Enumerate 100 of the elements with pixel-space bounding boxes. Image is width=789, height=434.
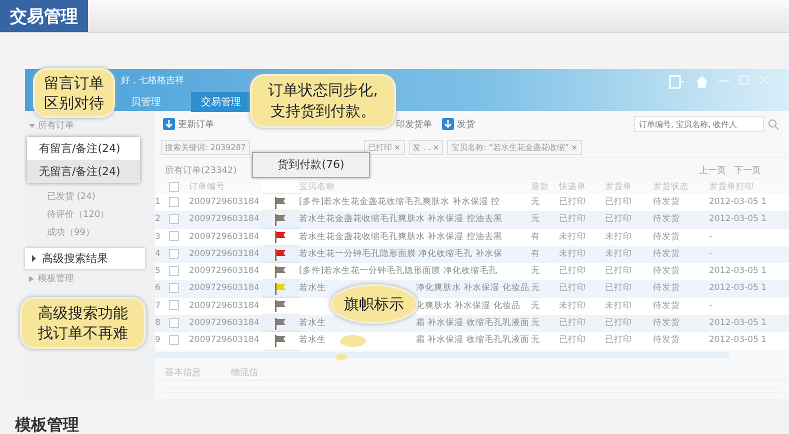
checkbox[interactable]: [169, 266, 179, 276]
checkbox[interactable]: [169, 248, 179, 259]
table-cell: 无: [531, 315, 559, 332]
filter-chip-label[interactable]: 发 . .: [412, 142, 431, 152]
table-cell: 待发货: [653, 228, 709, 246]
table-cell: 待发货: [653, 315, 709, 332]
row-number: 1: [155, 194, 169, 212]
payment-option[interactable]: 货到付款(76): [252, 152, 370, 178]
remove-chip-button[interactable]: ×: [432, 142, 440, 152]
sidebar-item[interactable]: 待评价（120）: [25, 206, 155, 224]
toolbar-button[interactable]: 发货: [440, 118, 477, 130]
search-field[interactable]: 订单编号, 宝贝名称, 收件人: [634, 116, 764, 132]
table-cell: 无: [531, 194, 559, 212]
row-number: 7: [155, 298, 169, 316]
flag-icon[interactable]: [274, 300, 286, 312]
callout-text: 支持货到付款。: [270, 101, 376, 122]
checkbox[interactable]: [169, 182, 179, 192]
table-tab[interactable]: 所有订单(23342): [165, 164, 237, 178]
table-cell: 2009729603184: [189, 194, 261, 212]
table-cell: 待发货: [653, 263, 709, 280]
caret-icon: [29, 276, 34, 282]
table-cell: [多件]若水生花一分钟毛孔隐形面膜 净化收缩毛孔: [299, 266, 498, 276]
checkbox[interactable]: [169, 196, 179, 207]
caret-icon: [29, 122, 35, 128]
table-cell: 若水生花金盏花收缩毛孔爽肤水 补水保湿 控油去黑: [299, 232, 502, 242]
nav-tab[interactable]: 贝管理: [121, 92, 171, 112]
advanced-search-item[interactable]: 高级搜索结果: [25, 248, 145, 269]
table-cell: 无: [531, 298, 559, 316]
detail-tab[interactable]: 物流信: [231, 366, 258, 380]
sidebar-item[interactable]: 已发货 (24): [25, 188, 155, 206]
table-cell: 净化爽肤水 补水保湿 化妆品: [416, 283, 530, 294]
nav-tab[interactable]: 交易管理: [191, 92, 251, 112]
table-cell: 无: [531, 263, 559, 280]
filter-option[interactable]: 有留言/备注(24): [27, 137, 140, 160]
filter-chip-label[interactable]: 已打印: [368, 142, 392, 152]
table-cell: 未打印: [559, 246, 605, 264]
table-cell: 已打印: [559, 211, 605, 229]
flag-menu-item[interactable]: [261, 246, 299, 264]
table-cell: 未打印: [605, 228, 653, 246]
row-number: 9: [155, 332, 169, 350]
scrollbar[interactable]: [155, 352, 729, 358]
checkbox[interactable]: [169, 318, 179, 328]
flag-menu-item[interactable]: [261, 315, 299, 332]
toolbar-button[interactable]: 更新订单: [161, 118, 216, 130]
pager-link[interactable]: 下一页: [734, 164, 761, 178]
filter-chip-label[interactable]: 宝贝名称: “若水生花金盏花收缩”: [451, 142, 569, 152]
flag-menu-item[interactable]: [261, 280, 299, 298]
flag-icon[interactable]: [274, 318, 286, 330]
caret-icon: [31, 255, 37, 262]
checkbox[interactable]: [169, 300, 179, 310]
checkbox[interactable]: [169, 335, 179, 346]
checkbox[interactable]: [169, 231, 179, 242]
row-number: 5: [155, 263, 169, 280]
table-cell: 若水生: [299, 318, 326, 328]
flag-menu-item[interactable]: [261, 211, 299, 229]
table-cell: 2009729603184: [189, 298, 261, 316]
sidebar-item[interactable]: 模板管理: [38, 272, 74, 285]
remove-chip-button[interactable]: ×: [570, 142, 578, 152]
checkbox[interactable]: [169, 283, 179, 294]
pager-link[interactable]: 上一页: [699, 164, 726, 178]
table-cell: -: [709, 298, 789, 316]
row-number: 3: [155, 228, 169, 246]
callout-text: 高级搜索功能: [38, 303, 128, 323]
table-cell: 无: [531, 211, 559, 229]
table-cell: 霜 补水保湿 收缩毛孔乳液面: [416, 335, 530, 346]
toolbar-button[interactable]: 印发货单: [394, 118, 434, 130]
row-number: 4: [155, 246, 169, 264]
table-cell: 待发货: [653, 298, 709, 316]
flag-icon[interactable]: [274, 248, 286, 261]
table-cell: 2012-03-05 1: [709, 315, 789, 332]
table-cell: 未打印: [559, 228, 605, 246]
table-cell: 2009729603184: [189, 228, 261, 246]
table-cell: 2009729603184: [189, 246, 261, 264]
table-cell: 2009729603184: [189, 315, 261, 332]
filter-option[interactable]: 无留言/备注(24): [27, 160, 140, 183]
table-cell: 已打印: [605, 194, 653, 212]
flag-icon[interactable]: [274, 283, 286, 296]
flag-icon[interactable]: [274, 335, 286, 348]
greeting-text: 好，七格格吉祥: [121, 74, 185, 87]
detail-tab[interactable]: 基本信息: [165, 366, 201, 380]
flag-icon[interactable]: [274, 231, 286, 244]
flag-icon[interactable]: [274, 196, 286, 209]
callout-text: 订单状态同步化,: [268, 80, 378, 101]
flag-icon[interactable]: [274, 214, 286, 226]
table-cell: 2012-03-05 1: [709, 211, 789, 229]
table-cell: 已打印: [559, 315, 605, 332]
checkbox[interactable]: [169, 214, 179, 224]
callout-text: 区别对待: [44, 93, 104, 113]
sidebar-item[interactable]: 成功（99）: [25, 224, 155, 242]
table-cell: 未打印: [559, 298, 605, 316]
table-cell: 已打印: [605, 332, 653, 350]
table-cell: 已打印: [559, 194, 605, 212]
table-cell: 2009729603184: [189, 263, 261, 280]
section-title: 交易管理: [0, 0, 88, 32]
table-cell: 2009729603184: [189, 280, 261, 298]
table-cell: 若水生: [299, 335, 326, 346]
sidebar-heading[interactable]: 所有订单: [38, 119, 74, 132]
flag-icon[interactable]: [274, 266, 286, 278]
table-cell: 2012-03-05 1: [709, 263, 789, 280]
remove-chip-button[interactable]: ×: [394, 142, 401, 152]
